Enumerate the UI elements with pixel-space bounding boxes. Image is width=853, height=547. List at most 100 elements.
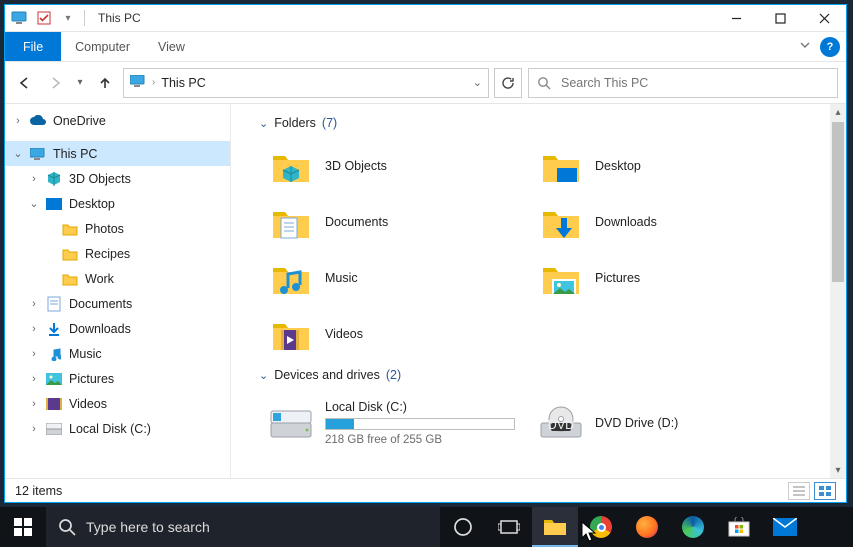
title-bar: ▾ This PC	[5, 5, 846, 32]
search-input[interactable]	[559, 75, 829, 91]
window-controls	[714, 5, 846, 31]
sidebar-item-recipes[interactable]: Recipes	[5, 241, 230, 266]
folder-icon	[539, 256, 583, 300]
drive-status: 218 GB free of 255 GB	[325, 434, 515, 446]
minimize-button[interactable]	[714, 5, 758, 31]
desktop-icon	[45, 195, 63, 213]
chevron-right-icon[interactable]: ›	[27, 348, 41, 360]
back-button[interactable]	[13, 69, 37, 97]
folder-icon	[61, 220, 79, 238]
ribbon: File Computer View ?	[5, 32, 846, 62]
sidebar-item-photos[interactable]: Photos	[5, 216, 230, 241]
taskbar-cortana[interactable]	[440, 507, 486, 547]
chevron-right-icon[interactable]: ›	[27, 298, 41, 310]
chevron-right-icon[interactable]: ›	[27, 373, 41, 385]
explorer-body: › OneDrive ⌄ This PC › 3D Objects ⌄ Desk…	[5, 104, 846, 478]
close-button[interactable]	[802, 5, 846, 31]
navigation-bar: ▾ › This PC ⌄	[5, 62, 846, 104]
chevron-right-icon[interactable]: ›	[27, 423, 41, 435]
drive-icon	[45, 420, 63, 438]
sidebar-item-this-pc[interactable]: ⌄ This PC	[5, 141, 230, 166]
sidebar-item-local-disk[interactable]: › Local Disk (C:)	[5, 416, 230, 441]
chevron-down-icon[interactable]: ⌄	[27, 197, 41, 210]
folder-icon	[269, 200, 313, 244]
help-button[interactable]: ?	[820, 37, 840, 57]
sidebar-item-label: Videos	[69, 397, 107, 411]
sidebar-item-videos[interactable]: › Videos	[5, 391, 230, 416]
window-title: This PC	[98, 11, 714, 25]
sidebar-item-label: Downloads	[69, 322, 131, 336]
up-button[interactable]	[93, 69, 117, 97]
folder-icon	[269, 256, 313, 300]
folder-icon	[61, 245, 79, 263]
music-icon	[45, 345, 63, 363]
sidebar-item-label: Music	[69, 347, 102, 361]
taskbar-app-store[interactable]	[716, 507, 762, 547]
scroll-down-icon[interactable]: ▾	[830, 462, 846, 478]
group-header-drives[interactable]: ⌄ Devices and drives (2)	[259, 368, 828, 382]
navigation-pane: › OneDrive ⌄ This PC › 3D Objects ⌄ Desk…	[5, 104, 231, 478]
item-local-disk[interactable]: Local Disk (C:) 218 GB free of 255 GB	[259, 390, 529, 456]
chevron-down-icon[interactable]: ⌄	[11, 147, 25, 160]
scroll-up-icon[interactable]: ▴	[830, 104, 846, 120]
taskbar-search[interactable]: Type here to search	[46, 507, 440, 547]
explorer-window: ▾ This PC File Computer View ? ▾ ›	[4, 4, 847, 503]
item-pictures[interactable]: Pictures	[529, 250, 799, 306]
tab-file[interactable]: File	[5, 32, 61, 61]
item-label: Downloads	[595, 215, 657, 229]
sidebar-item-music[interactable]: › Music	[5, 341, 230, 366]
view-large-icons-button[interactable]	[814, 482, 836, 500]
item-videos[interactable]: Videos	[259, 306, 529, 362]
forward-button[interactable]	[43, 69, 67, 97]
view-details-button[interactable]	[788, 482, 810, 500]
sidebar-item-label: Documents	[69, 297, 132, 311]
item-label: Pictures	[595, 271, 640, 285]
scrollbar[interactable]: ▴ ▾	[830, 104, 846, 478]
breadcrumb[interactable]: This PC	[161, 76, 466, 90]
chevron-right-icon[interactable]: ›	[27, 173, 41, 185]
qat-more-icon[interactable]: ▾	[58, 8, 78, 28]
drive-icon	[269, 401, 313, 445]
sidebar-item-desktop[interactable]: ⌄ Desktop	[5, 191, 230, 216]
search-box[interactable]	[528, 68, 838, 98]
taskbar-app-mail[interactable]	[762, 507, 808, 547]
item-music[interactable]: Music	[259, 250, 529, 306]
taskbar-app-firefox[interactable]	[624, 507, 670, 547]
breadcrumb-separator-icon: ›	[152, 77, 155, 88]
chevron-right-icon[interactable]: ›	[27, 398, 41, 410]
chevron-down-icon[interactable]: ⌄	[259, 369, 268, 382]
sidebar-item-downloads[interactable]: › Downloads	[5, 316, 230, 341]
scroll-thumb[interactable]	[832, 122, 844, 282]
sidebar-item-3d-objects[interactable]: › 3D Objects	[5, 166, 230, 191]
sidebar-item-onedrive[interactable]: › OneDrive	[5, 108, 230, 133]
properties-icon[interactable]	[34, 8, 54, 28]
cloud-icon	[29, 112, 47, 130]
sidebar-item-label: Work	[85, 272, 114, 286]
start-button[interactable]	[0, 507, 46, 547]
taskbar-app-chrome[interactable]	[578, 507, 624, 547]
taskbar-task-view[interactable]	[486, 507, 532, 547]
taskbar-app-edge[interactable]	[670, 507, 716, 547]
item-desktop[interactable]: Desktop	[529, 138, 799, 194]
tab-view[interactable]: View	[144, 32, 199, 61]
chevron-down-icon[interactable]: ⌄	[259, 117, 268, 130]
group-header-folders[interactable]: ⌄ Folders (7)	[259, 116, 828, 130]
address-dropdown-icon[interactable]: ⌄	[473, 76, 482, 89]
sidebar-item-documents[interactable]: › Documents	[5, 291, 230, 316]
item-3d-objects[interactable]: 3D Objects	[259, 138, 529, 194]
chevron-right-icon[interactable]: ›	[11, 115, 25, 127]
recent-locations-button[interactable]: ▾	[73, 69, 87, 97]
address-bar[interactable]: › This PC ⌄	[123, 68, 489, 98]
maximize-button[interactable]	[758, 5, 802, 31]
chevron-right-icon[interactable]: ›	[27, 323, 41, 335]
tab-computer[interactable]: Computer	[61, 32, 144, 61]
sidebar-item-work[interactable]: Work	[5, 266, 230, 291]
refresh-button[interactable]	[494, 68, 522, 98]
item-documents[interactable]: Documents	[259, 194, 529, 250]
sidebar-item-pictures[interactable]: › Pictures	[5, 366, 230, 391]
ribbon-collapse-icon[interactable]	[798, 38, 812, 55]
taskbar-app-explorer[interactable]	[532, 507, 578, 547]
item-dvd-drive[interactable]: DVD DVD Drive (D:)	[529, 390, 799, 456]
folder-icon	[269, 312, 313, 356]
item-downloads[interactable]: Downloads	[529, 194, 799, 250]
